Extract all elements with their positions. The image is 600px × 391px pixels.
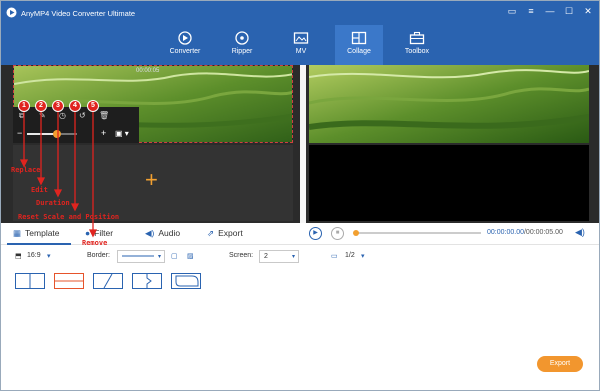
annotation-replace: Replace: [11, 166, 41, 174]
annotation-edit: Edit: [31, 186, 48, 194]
annotation-reset-scale-position: Reset Scale and Position: [18, 213, 120, 221]
marker-5: 5: [87, 100, 99, 112]
marker-4: 4: [69, 100, 81, 112]
annotation-duration: Duration: [36, 199, 70, 207]
marker-3: 3: [52, 100, 64, 112]
marker-1: 1: [18, 100, 30, 112]
annotation-arrows: [19, 112, 98, 238]
annotation-remove: Remove: [82, 239, 108, 247]
marker-2: 2: [35, 100, 47, 112]
